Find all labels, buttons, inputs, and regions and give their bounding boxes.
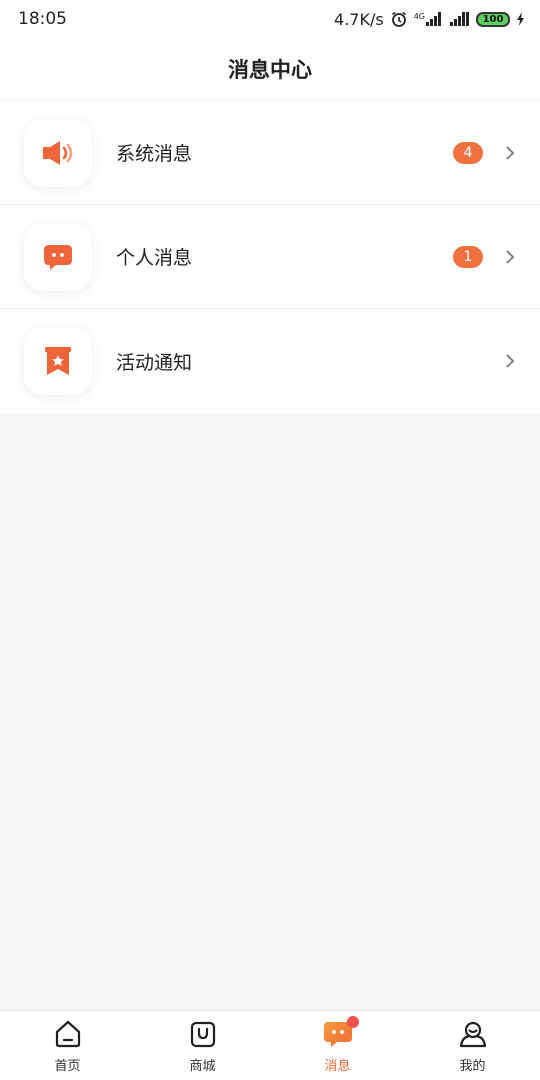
- shopping-bag-icon: [190, 1021, 215, 1048]
- home-icon: [55, 1020, 80, 1048]
- user-icon: [459, 1021, 486, 1048]
- chevron-right-icon: [506, 354, 515, 368]
- unread-badge: 4: [453, 141, 483, 164]
- list-item-label: 系统消息: [116, 143, 193, 165]
- tab-mall[interactable]: 商城: [135, 1011, 270, 1080]
- tab-messages[interactable]: 消息: [270, 1011, 405, 1080]
- list-item-personal-messages[interactable]: 个人消息 1: [0, 205, 540, 309]
- network-type: 4G: [413, 12, 425, 21]
- list-item-system-messages[interactable]: 系统消息 4: [0, 101, 540, 205]
- tab-label: 商城: [189, 1059, 216, 1074]
- notification-dot: [346, 1016, 359, 1028]
- list-item-label: 个人消息: [116, 247, 193, 269]
- unread-badge: 1: [453, 245, 483, 268]
- list-item-label: 活动通知: [116, 351, 193, 374]
- speaker-icon: [24, 119, 92, 187]
- network-speed: 4.7K/s: [334, 9, 384, 29]
- tab-home[interactable]: 首页: [0, 1011, 135, 1080]
- signal-icon: [450, 12, 470, 26]
- chevron-right-icon: [506, 145, 515, 160]
- page-title: 消息中心: [228, 58, 312, 82]
- chat-bubble-icon: [24, 223, 92, 291]
- charging-icon: [516, 12, 526, 26]
- bottom-tab-bar: 首页 商城 消息 我的: [0, 1010, 540, 1080]
- tab-label: 消息: [324, 1059, 351, 1074]
- tab-label: 首页: [54, 1059, 81, 1074]
- battery-icon: 100: [476, 11, 510, 27]
- message-list: 系统消息 4 个人消息 1 活动通知: [0, 101, 540, 413]
- signal-icon: 4G: [414, 12, 444, 26]
- ribbon-star-icon: [24, 327, 92, 395]
- alarm-icon: [390, 10, 408, 28]
- message-icon: [323, 1016, 359, 1049]
- battery-level: 100: [482, 13, 504, 25]
- status-icons: 4.7K/s 4G 100: [334, 10, 526, 29]
- list-item-activity-notifications[interactable]: 活动通知: [0, 309, 540, 413]
- chevron-right-icon: [506, 249, 515, 264]
- tab-label: 我的: [459, 1059, 486, 1074]
- header: 消息中心: [0, 38, 540, 100]
- tab-mine[interactable]: 我的: [405, 1011, 540, 1080]
- status-bar: 18:05 4.7K/s 4G 100: [0, 0, 540, 38]
- status-time: 18:05: [18, 9, 67, 29]
